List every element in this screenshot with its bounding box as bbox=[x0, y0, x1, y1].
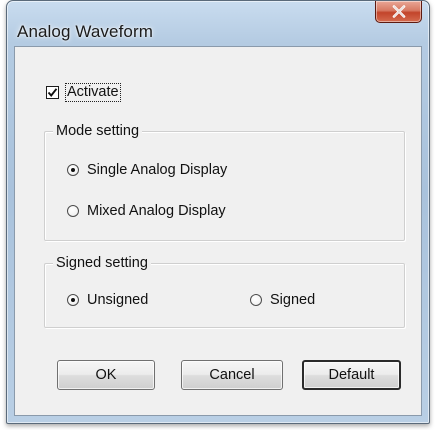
dialog-client-area: Activate Mode setting Single Analog Disp… bbox=[14, 46, 422, 416]
title-bar[interactable]: Analog Waveform bbox=[7, 1, 429, 41]
activate-label[interactable]: Activate bbox=[65, 82, 121, 102]
radio-button[interactable] bbox=[250, 294, 262, 306]
close-x-icon bbox=[392, 5, 406, 18]
radio-signed[interactable]: Signed bbox=[250, 291, 315, 309]
radio-label[interactable]: Unsigned bbox=[87, 291, 148, 309]
window-title: Analog Waveform bbox=[17, 22, 153, 41]
ok-button[interactable]: OK bbox=[57, 360, 155, 390]
radio-unsigned[interactable]: Unsigned bbox=[67, 291, 148, 309]
default-button[interactable]: Default bbox=[302, 360, 401, 390]
radio-button-checked[interactable] bbox=[67, 294, 79, 306]
dialog-window: Analog Waveform Activate Mode setting Si… bbox=[6, 0, 430, 424]
radio-single-analog-display[interactable]: Single Analog Display bbox=[67, 161, 227, 179]
cancel-button[interactable]: Cancel bbox=[181, 360, 283, 390]
radio-mixed-analog-display[interactable]: Mixed Analog Display bbox=[67, 202, 226, 220]
close-button[interactable] bbox=[375, 1, 422, 23]
signed-setting-legend: Signed setting bbox=[53, 254, 151, 272]
activate-checkbox-row[interactable]: Activate bbox=[46, 82, 121, 102]
checkmark-icon bbox=[47, 87, 58, 97]
radio-label[interactable]: Mixed Analog Display bbox=[87, 202, 226, 220]
radio-label[interactable]: Single Analog Display bbox=[87, 161, 227, 179]
mode-setting-legend: Mode setting bbox=[53, 122, 143, 140]
radio-button-checked[interactable] bbox=[67, 164, 79, 176]
signed-setting-group: Signed setting Unsigned Signed bbox=[44, 254, 405, 328]
radio-label[interactable]: Signed bbox=[270, 291, 315, 309]
activate-checkbox[interactable] bbox=[46, 85, 59, 99]
mode-setting-group: Mode setting Single Analog Display Mixed… bbox=[44, 122, 405, 241]
radio-button[interactable] bbox=[67, 205, 79, 217]
